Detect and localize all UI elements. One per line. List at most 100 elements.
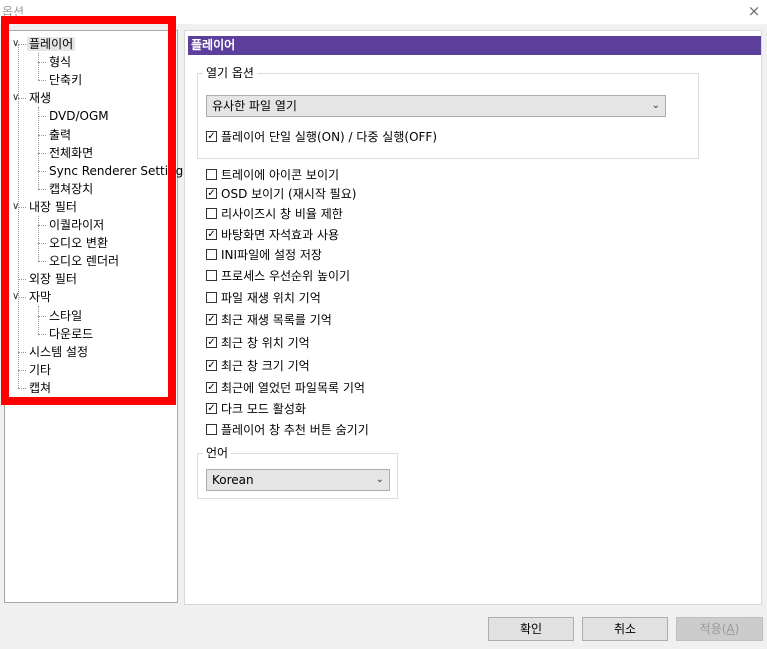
tree-subitem[interactable]: 캡쳐장치 [47, 180, 95, 198]
tree-connector [38, 171, 46, 172]
option-checkbox[interactable]: ✓ [206, 382, 217, 393]
tree-item-label: 오디오 렌더러 [49, 254, 120, 268]
open-mode-select[interactable]: 유사한 파일 열기 ⌄ [206, 95, 666, 117]
tree-connector [18, 352, 26, 353]
tree-connector [38, 153, 46, 154]
tree-connector [38, 53, 39, 80]
tree-connector [38, 80, 46, 81]
tree-connector [38, 107, 39, 189]
tree-subitem[interactable]: DVD/OGM [47, 107, 111, 125]
cancel-button[interactable]: 취소 [582, 617, 668, 641]
tree-item-label: 시스템 설정 [29, 345, 89, 359]
language-select[interactable]: Korean ⌄ [206, 469, 390, 491]
option-label: 최근 창 위치 기억 [221, 336, 310, 350]
tree-item-label: 이퀄라이저 [49, 218, 105, 232]
option-checkbox[interactable] [206, 249, 217, 260]
apply-button[interactable]: 적용(A) [676, 617, 763, 641]
tree-item-label: DVD/OGM [49, 109, 109, 123]
option-label: 프로세스 우선순위 높이기 [221, 269, 351, 283]
option-checkbox[interactable] [206, 169, 217, 180]
option-checkbox[interactable]: ✓ [206, 403, 217, 414]
tree-item-label: 자막 [29, 290, 52, 304]
tree-connector [38, 316, 46, 317]
ok-button[interactable]: 확인 [488, 617, 574, 641]
tree-category[interactable]: 플레이어 [27, 35, 76, 53]
apply-label-prefix: 적용( [699, 622, 727, 636]
option-label: INI파일에 설정 저장 [221, 248, 322, 262]
tree-item-label: 단축키 [49, 73, 83, 87]
option-label: OSD 보이기 (재시작 필요) [221, 187, 357, 201]
option-checkbox[interactable] [206, 270, 217, 281]
tree-category[interactable]: 내장 필터 [27, 198, 79, 216]
tree-item-label: 기타 [29, 363, 52, 377]
option-checkbox[interactable] [206, 424, 217, 435]
tree-subitem[interactable]: 형식 [47, 53, 73, 71]
tree-category[interactable]: 재생 [27, 89, 53, 107]
tree-subitem[interactable]: 오디오 렌더러 [47, 252, 121, 270]
tree-category[interactable]: 자막 [27, 288, 53, 306]
tree-item-label: 재생 [29, 91, 52, 105]
tree-item-label: 내장 필터 [29, 200, 77, 214]
tree-connector [18, 297, 26, 298]
open-options-legend: 열기 옵션 [203, 66, 257, 80]
tree-item-label: Sync Renderer Settings [49, 164, 190, 178]
tree-subitem[interactable]: 출력 [47, 126, 73, 144]
title-bar: 옵션 × [0, 0, 767, 24]
option-label: 파일 재생 위치 기억 [221, 291, 321, 305]
tree-subitem[interactable]: 스타일 [47, 307, 84, 325]
tree-connector [18, 370, 26, 371]
option-checkbox[interactable]: ✓ [206, 314, 217, 325]
option-checkbox[interactable]: ✓ [206, 188, 217, 199]
tree-item-label: 출력 [49, 128, 72, 142]
tree-item-label: 형식 [49, 55, 72, 69]
chevron-down-icon: ⌄ [651, 100, 660, 111]
option-label: 최근 창 크기 기억 [221, 359, 310, 373]
language-legend: 언어 [203, 446, 232, 460]
tree-connector [38, 216, 39, 261]
language-value: Korean [212, 473, 254, 487]
tree-subitem[interactable]: 단축키 [47, 71, 84, 89]
option-checkbox[interactable]: ✓ [206, 337, 217, 348]
tree-item-label: 캡쳐장치 [49, 182, 94, 196]
single-instance-checkbox[interactable]: ✓ [206, 131, 217, 142]
apply-accesskey: A [726, 622, 735, 636]
option-checkbox[interactable] [206, 208, 217, 219]
option-label: 리사이즈시 창 비율 제한 [221, 207, 343, 221]
tree-item-label: 스타일 [49, 309, 83, 323]
tree-subitem[interactable]: 이퀄라이저 [47, 216, 106, 234]
option-checkbox[interactable] [206, 292, 217, 303]
option-label: 최근 재생 목록를 기억 [221, 313, 332, 327]
tree-subitem[interactable]: Sync Renderer Settings [47, 162, 192, 180]
tree-item-label: 전체화면 [49, 146, 94, 160]
tree-connector [38, 306, 39, 334]
tree-connector [18, 44, 26, 45]
tree-connector [38, 334, 46, 335]
tree-connector [18, 98, 26, 99]
tree-connector [38, 225, 46, 226]
chevron-down-icon: ⌄ [375, 474, 384, 485]
option-label: 다크 모드 활성화 [221, 402, 306, 416]
tree-item-label: 외장 필터 [29, 272, 77, 286]
tree-category[interactable]: 외장 필터 [27, 270, 79, 288]
option-checkbox[interactable]: ✓ [206, 360, 217, 371]
tree-item-label: 캡쳐 [29, 381, 52, 395]
tree-item-label: 다운로드 [49, 327, 94, 341]
tree-connector [38, 189, 46, 190]
tree-subitem[interactable]: 오디오 변환 [47, 234, 110, 252]
tree-category[interactable]: 캡쳐 [27, 379, 53, 397]
window-title: 옵션 [2, 5, 25, 19]
tree-connector [38, 135, 46, 136]
tree-connector [18, 207, 26, 208]
option-label: 트레이에 아이콘 보이기 [221, 168, 340, 182]
option-checkbox[interactable]: ✓ [206, 229, 217, 240]
tree-category[interactable]: 시스템 설정 [27, 343, 90, 361]
tree-category[interactable]: 기타 [27, 361, 53, 379]
apply-label-suffix: ) [734, 622, 740, 636]
tree-subitem[interactable]: 전체화면 [47, 144, 95, 162]
option-label: 바탕화면 자석효과 사용 [221, 228, 340, 242]
tree-subitem[interactable]: 다운로드 [47, 325, 95, 343]
close-icon[interactable]: × [746, 3, 762, 19]
tree-connector [18, 388, 26, 389]
tree-item-label: 플레이어 [27, 37, 76, 51]
single-instance-label: 플레이어 단일 실행(ON) / 다중 실행(OFF) [221, 130, 437, 144]
